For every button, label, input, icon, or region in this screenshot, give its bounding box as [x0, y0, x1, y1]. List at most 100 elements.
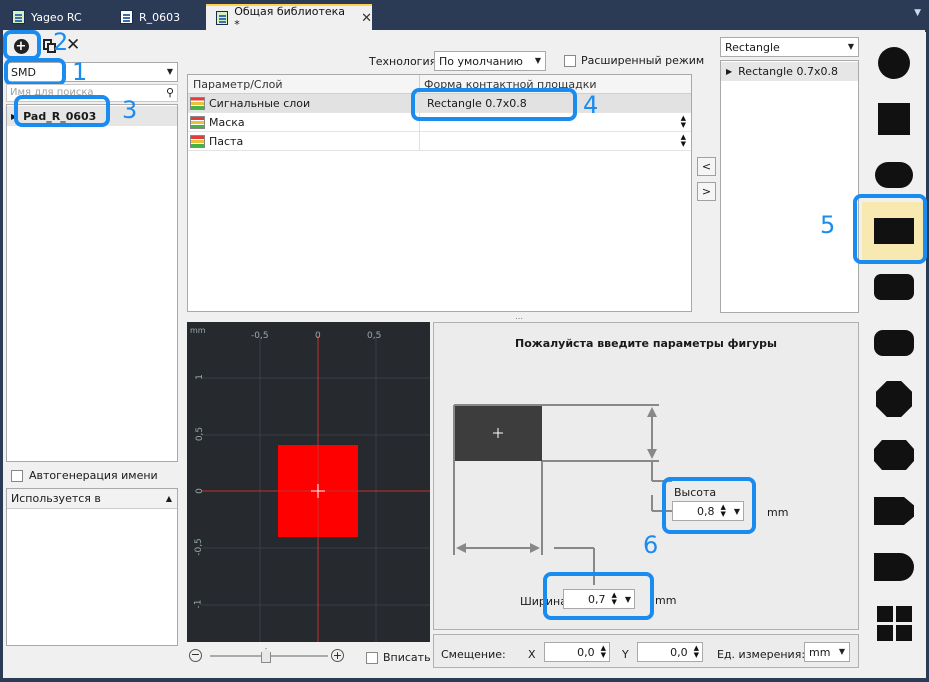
spin-arrows-icon[interactable]: ▲ ▼ [681, 115, 686, 129]
layer-icon [190, 134, 205, 148]
spin-arrows-icon[interactable]: ▲ ▼ [694, 645, 699, 659]
close-icon[interactable]: ✕ [361, 11, 372, 26]
grid-shape-icon [876, 605, 912, 641]
zoom-in-icon[interactable]: + [331, 649, 344, 662]
offset-x-label: X [528, 648, 536, 661]
shape-d-round-button[interactable] [862, 538, 926, 596]
shape-custom-grid-button[interactable] [862, 594, 926, 652]
highlight-add-button [3, 30, 41, 60]
tab-r-0603[interactable]: R_0603 [110, 4, 200, 30]
chevron-down-icon: ▼ [166, 67, 173, 76]
shape-rounded-rectangle-button[interactable] [862, 258, 926, 316]
tab-general-library[interactable]: Общая библиотека * ✕ [206, 4, 372, 31]
offset-bar: Смещение: X 0,0 ▲ ▼ Y 0,0 ▲ ▼ Ед. измерени… [433, 634, 859, 668]
offset-y-spinbox[interactable]: 0,0 ▲ ▼ [637, 642, 703, 662]
units-select[interactable]: mm ▼ [804, 642, 850, 662]
rounded-rectangle-shape-icon [874, 330, 914, 356]
search-icon: ⚲ [165, 86, 174, 99]
list-item[interactable]: ▶ Rectangle 0.7x0.8 [721, 62, 858, 81]
shape-circle-button[interactable] [862, 34, 926, 92]
shape-list-item-label: Rectangle 0.7x0.8 [738, 65, 838, 78]
spin-arrows-icon[interactable]: ▲ ▼ [601, 645, 606, 659]
extended-mode-label: Расширенный режим [581, 54, 705, 67]
shape-d-chamfer-button[interactable] [862, 482, 926, 540]
tab-label: Общая библиотека * [234, 5, 346, 31]
chevron-down-icon: ▼ [838, 647, 845, 656]
highlight-width-field [543, 572, 654, 620]
technology-label: Технология [369, 55, 437, 68]
tab-label: Yageo RC [31, 10, 82, 24]
checkbox[interactable] [366, 651, 378, 664]
offset-x-spinbox[interactable]: 0,0 ▲ ▼ [544, 642, 610, 662]
height-unit: mm [767, 506, 789, 519]
layer-icon [190, 96, 205, 110]
zoom-out-icon[interactable]: − [189, 649, 202, 662]
tab-yageo-rc[interactable]: Yageo RC [2, 4, 102, 30]
y-tick-label: 0 [194, 488, 205, 494]
layer-name: Маска [209, 115, 245, 129]
arrow-left-icon: < [701, 160, 712, 173]
component-doc-icon [120, 10, 133, 24]
annotation-number: 5 [820, 211, 836, 239]
shape-list: ▶ Rectangle 0.7x0.8 [720, 60, 859, 313]
library-doc-icon [12, 10, 25, 24]
square-shape-icon [878, 103, 910, 135]
grid-cell [876, 624, 893, 641]
offset-x-value: 0,0 [577, 645, 595, 659]
grid-cell [876, 605, 893, 622]
document-tab-bar: Yageo RC R_0603 Общая библиотека * ✕ ▼ [0, 0, 929, 31]
grid-cell [895, 605, 912, 622]
library-doc-icon [216, 11, 229, 25]
autogen-label: Автогенерация имени [29, 469, 158, 482]
octagon-shape-icon [876, 381, 912, 417]
highlight-mount-type [4, 58, 66, 86]
layer-icon [190, 115, 205, 129]
preview-svg [187, 322, 430, 642]
highlight-rectangle-shape [853, 194, 927, 264]
checkbox[interactable] [564, 54, 576, 67]
d-shape-round-icon [874, 553, 914, 581]
oval-shape-icon [875, 162, 913, 188]
d-shape-chamfer-icon [874, 497, 914, 525]
shape-rounded-rectangle-large-button[interactable] [862, 314, 926, 372]
grid-cell [895, 624, 912, 641]
tab-menu-chevron-down-icon[interactable]: ▼ [914, 8, 921, 18]
shape-filter-select[interactable]: Rectangle ▼ [720, 37, 859, 57]
autogen-name-checkbox[interactable]: Автогенерация имени [11, 469, 158, 482]
highlight-shape-cell [411, 88, 577, 121]
technology-select[interactable]: По умолчанию ▼ [434, 51, 546, 71]
move-left-button[interactable]: < [697, 157, 716, 176]
fit-checkbox[interactable]: Вписать [366, 651, 431, 664]
y-tick-label: 1 [194, 374, 205, 380]
extended-mode-checkbox[interactable]: Расширенный режим [564, 54, 704, 67]
table-row[interactable]: Паста ▲ ▼ [188, 132, 691, 151]
width-unit: mm [655, 594, 677, 607]
highlight-tree-item [14, 95, 110, 127]
annotation-number: 3 [122, 96, 138, 124]
x-tick-label: 0 [315, 331, 321, 341]
shape-chamfered-button[interactable] [862, 426, 926, 484]
y-tick-label: -0,5 [193, 538, 204, 556]
column-header-layer: Параметр/Слой [193, 78, 283, 91]
annotation-number: 2 [53, 28, 69, 56]
rounded-rectangle-shape-icon [874, 274, 914, 300]
fit-label: Вписать [383, 651, 431, 664]
checkbox[interactable] [11, 469, 23, 482]
pad-tree: ▶ Pad_R_0603 [6, 104, 178, 462]
spin-arrows-icon[interactable]: ▲ ▼ [681, 134, 686, 148]
chamfered-rectangle-shape-icon [874, 440, 914, 470]
expand-icon: ▶ [726, 67, 733, 76]
move-right-button[interactable]: > [697, 182, 716, 201]
shape-filter-value: Rectangle [725, 40, 780, 54]
shape-square-button[interactable] [862, 90, 926, 148]
annotation-number: 4 [583, 91, 599, 119]
chevron-down-icon: ▼ [534, 56, 541, 65]
shape-octagon-button[interactable] [862, 370, 926, 428]
tab-label: R_0603 [139, 10, 181, 24]
units-value: mm [809, 645, 831, 659]
canvas-unit-label: mm [190, 326, 206, 335]
used-in-header[interactable]: Используется в ▲ [7, 489, 177, 509]
layer-name: Паста [209, 134, 244, 148]
pad-preview-canvas[interactable]: mm -0,5 0 0,5 1 0,5 0 -0,5 -1 [187, 322, 430, 642]
offset-y-value: 0,0 [670, 645, 688, 659]
